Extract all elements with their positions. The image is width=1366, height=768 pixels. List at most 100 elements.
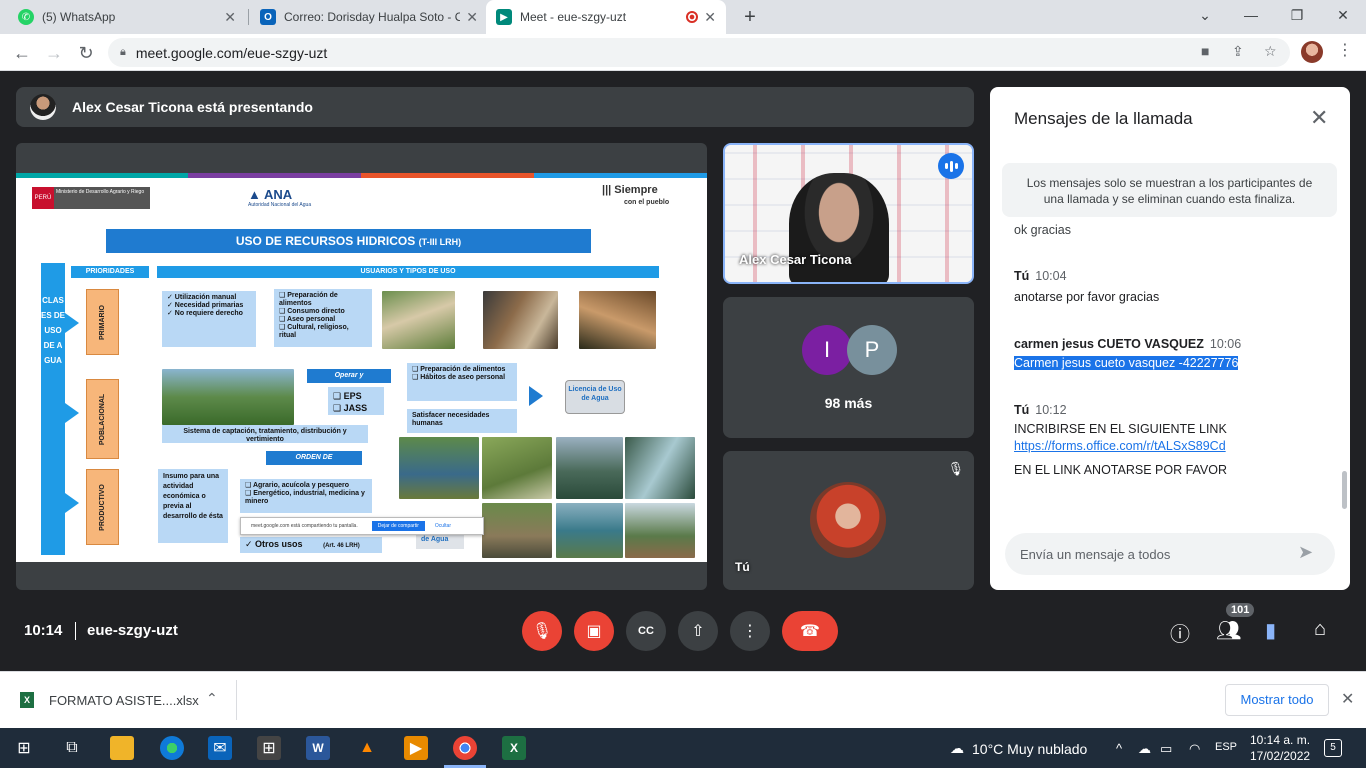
photo-primario-3 [579, 291, 656, 349]
presenter-text: Alex Cesar Ticona está presentando [72, 99, 313, 115]
wifi-icon[interactable]: ◠ [1189, 741, 1200, 757]
outlook-icon: O [260, 9, 276, 25]
leave-call-button[interactable]: ☎ [782, 611, 838, 651]
chat-input[interactable]: Envía un mensaje a todos [1005, 533, 1335, 575]
close-window-button[interactable]: ✕ [1320, 0, 1366, 30]
tab-whatsapp[interactable]: ✆ (5) WhatsApp ✕ [8, 0, 246, 34]
mic-toggle-button[interactable]: 🎙︎ [522, 611, 562, 651]
chat-title: Mensajes de la llamada [1014, 109, 1193, 128]
send-icon[interactable]: ➤ [1298, 542, 1313, 563]
clock-time: 10:14 a. m. [1250, 733, 1311, 747]
back-button[interactable]: ← [10, 41, 34, 65]
reload-button[interactable]: ↻ [74, 41, 98, 65]
bookmark-star-icon[interactable]: ☆ [1264, 43, 1277, 60]
message-link[interactable]: https://forms.office.com/r/tALSxS89Cd [1014, 439, 1226, 453]
slide-title-small: (T-III LRH) [418, 237, 462, 247]
windows-start-icon[interactable]: ⊞ [12, 736, 36, 760]
chat-scrollbar[interactable] [1342, 471, 1347, 509]
tab-meet[interactable]: ▶ Meet - eue-szgy-uzt ✕ [486, 0, 726, 34]
more-options-button[interactable]: ⋮ [730, 611, 770, 651]
battery-icon[interactable]: ▭ [1160, 741, 1172, 757]
slide-title-text: USO DE RECURSOS HIDRICOS [235, 234, 416, 248]
omnibox[interactable]: 🔒︎ meet.google.com/eue-szgy-uzt [108, 38, 1290, 67]
store-icon[interactable]: ⊞ [257, 736, 281, 760]
close-tab-icon[interactable]: ✕ [224, 9, 236, 26]
meet-icon: ▶ [496, 9, 512, 25]
photo-productivo-4 [625, 437, 695, 499]
edge-icon[interactable] [160, 736, 184, 760]
browser-menu-icon[interactable]: ⋮ [1337, 40, 1353, 60]
primario-uses: ❑ Preparación de alimentos ❑ Consumo dir… [274, 289, 372, 347]
siempre-label: Siempre [614, 184, 658, 196]
ministerio-logo: PERÚ Ministerio de Desarrollo Agrario y … [32, 187, 150, 209]
share-icon[interactable]: ⇪ [1232, 43, 1244, 60]
onedrive-icon[interactable]: ☁ [1138, 741, 1151, 757]
show-all-button[interactable]: Mostrar todo [1225, 684, 1329, 716]
message-body: anotarse por favor gracias [1014, 290, 1160, 304]
mic-off-icon: 🎙︎ [531, 623, 553, 640]
tab-search-chevron-icon[interactable]: ⌄ [1182, 0, 1228, 30]
ana-logo: ▲ ANA Autoridad Nacional del Agua [248, 187, 312, 208]
lock-icon: 🔒︎ [120, 46, 126, 58]
tab-title: (5) WhatsApp [42, 10, 116, 24]
photo-productivo-3 [556, 437, 623, 499]
row-label-text: PRIMARIO [99, 304, 106, 340]
meeting-time: 10:14 [24, 622, 63, 639]
sistema-text: Sistema de captación, tratamiento, distr… [162, 425, 368, 443]
word-icon[interactable]: W [306, 736, 330, 760]
hang-up-icon: ☎ [800, 623, 820, 640]
close-tab-icon[interactable]: ✕ [466, 9, 478, 26]
meeting-code: eue-szgy-uzt [87, 622, 178, 639]
weather-widget[interactable]: ☁ 10°C Muy nublado [950, 740, 1087, 757]
tab-outlook[interactable]: O Correo: Dorisday Hualpa Soto - O ✕ [250, 0, 488, 34]
download-filename[interactable]: FORMATO ASISTE....xlsx [49, 693, 199, 708]
present-button[interactable]: ⇧ [678, 611, 718, 651]
people-icon[interactable]: 👥︎ [1216, 618, 1241, 643]
chat-icon[interactable]: ▮ [1265, 618, 1276, 643]
screen-share-tile[interactable]: PERÚ Ministerio de Desarrollo Agrario y … [16, 143, 707, 590]
stop-sharing-button[interactable]: Dejar de compartir [371, 521, 425, 531]
satisfacer-box: Satisfacer necesidades humanas [407, 409, 517, 433]
camera-icon[interactable]: ■ [1201, 43, 1209, 59]
camera-toggle-button[interactable]: ▣ [574, 611, 614, 651]
mail-icon[interactable]: ✉ [208, 736, 232, 760]
close-chat-button[interactable]: ✕ [1310, 105, 1328, 131]
slide-stripe [188, 173, 361, 178]
info-icon[interactable]: ⓘ [1170, 618, 1190, 647]
participant-avatar-p: P [847, 325, 897, 375]
chrome-icon[interactable] [453, 736, 477, 760]
participant-tile-alex[interactable]: Alex Cesar Ticona [723, 143, 974, 284]
vlc-icon[interactable]: ▲ [355, 736, 379, 760]
captions-button[interactable]: CC [626, 611, 666, 651]
self-name: Tú [735, 560, 750, 574]
minimize-button[interactable]: — [1228, 0, 1274, 30]
new-tab-button[interactable]: + [738, 5, 762, 29]
productivo-uses: ❑ Agrario, acuícola y pesquero ❑ Energét… [240, 479, 372, 513]
hide-toast-button[interactable]: Ocultar [435, 523, 451, 529]
close-shelf-icon[interactable]: ✕ [1341, 689, 1354, 709]
self-tile[interactable]: 🎙︎ Tú [723, 451, 974, 590]
excel-icon[interactable]: X [502, 736, 526, 760]
file-explorer-icon[interactable] [110, 736, 134, 760]
language-indicator[interactable]: ESP [1215, 741, 1237, 753]
windows-taskbar: ⊞ ⧉ ✉ ⊞ W ▲ ▶ X ☁ 10°C Muy nublado ^ ☁ ▭ … [0, 728, 1366, 768]
close-tab-icon[interactable]: ✕ [704, 9, 716, 26]
notifications-icon[interactable]: 5 [1324, 739, 1342, 757]
chat-messages[interactable]: ok gracias Tú 10:04 anotarse por favor gr… [990, 221, 1350, 533]
media-player-icon[interactable]: ▶ [404, 736, 428, 760]
show-hidden-icons[interactable]: ^ [1116, 741, 1122, 756]
profile-avatar[interactable] [1301, 41, 1323, 63]
address-toolbar: ← → ↻ 🔒︎ meet.google.com/eue-szgy-uzt ■ … [0, 34, 1366, 71]
camera-off-icon: ▣ [586, 623, 602, 640]
system-clock[interactable]: 10:14 a. m. 17/02/2022 [1250, 732, 1310, 764]
speaking-indicator-icon [938, 153, 964, 179]
maximize-button[interactable]: ❐ [1274, 0, 1320, 30]
task-view-icon[interactable]: ⧉ [60, 736, 84, 760]
chevron-up-icon[interactable]: ⌃ [206, 690, 218, 707]
chat-panel: Mensajes de la llamada ✕ Los mensajes so… [990, 87, 1350, 590]
activities-icon[interactable]: ⌂ [1314, 618, 1326, 641]
slide-stripe [361, 173, 534, 178]
browser-tab-bar: ✆ (5) WhatsApp ✕ O Correo: Dorisday Hual… [0, 0, 1366, 34]
more-participants-tile[interactable]: I P 98 más [723, 297, 974, 438]
forward-button[interactable]: → [42, 41, 66, 65]
